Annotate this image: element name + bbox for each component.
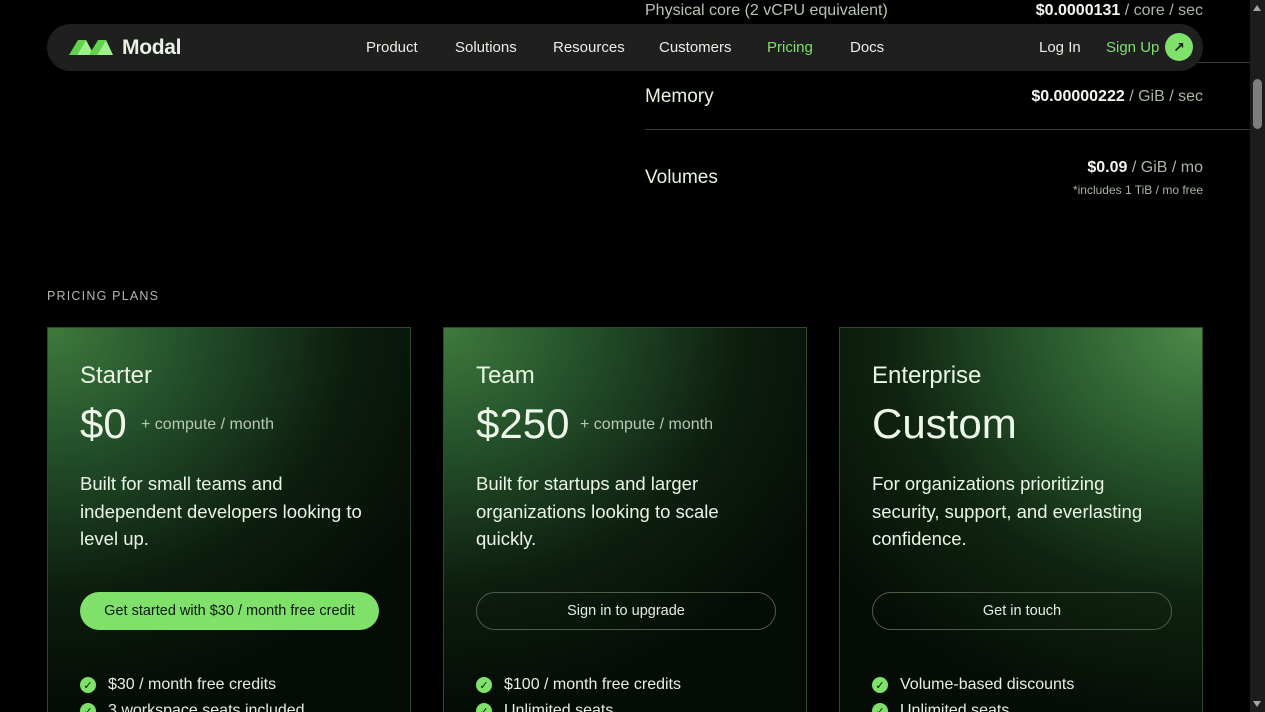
feature-item: ✓ 3 workspace seats included [80, 698, 305, 712]
nav-link-customers[interactable]: Customers [659, 39, 732, 56]
plan-price-suffix: + compute / month [141, 416, 274, 433]
nav-links: Product Solutions Resources Customers Pr… [47, 24, 1203, 71]
plan-card-enterprise: Enterprise Custom For organizations prio… [839, 327, 1203, 712]
top-navbar: Modal Product Solutions Resources Custom… [47, 24, 1203, 71]
get-started-button[interactable]: Get started with $30 / month free credit [80, 592, 379, 630]
check-icon: ✓ [80, 677, 96, 693]
plan-features: ✓ $100 / month free credits ✓ Unlimited se… [476, 672, 681, 712]
feature-item: ✓ $30 / month free credits [80, 672, 305, 698]
nav-link-solutions[interactable]: Solutions [455, 39, 517, 56]
signup-link[interactable]: Sign Up [1106, 39, 1159, 56]
plan-price: $250 [476, 400, 570, 447]
feature-item: ✓ $100 / month free credits [476, 672, 681, 698]
plan-title: Starter [80, 362, 153, 389]
pricing-row-unit: / GiB / sec [1124, 88, 1203, 105]
pricing-row-amount: $0.00000222 [1031, 88, 1125, 105]
pricing-row-name: Memory [645, 86, 714, 107]
plan-price: Custom [872, 400, 1017, 447]
pricing-row-memory: Memory $0.00000222 / GiB / sec [645, 80, 1203, 114]
login-link[interactable]: Log In [1039, 39, 1081, 56]
pricing-row-unit: / GiB / mo [1127, 159, 1203, 176]
feature-item: ✓ Unlimited seats [476, 698, 681, 712]
nav-link-product[interactable]: Product [366, 39, 418, 56]
get-in-touch-button[interactable]: Get in touch [872, 592, 1172, 630]
signup-arrow-button[interactable]: ↗ [1165, 33, 1193, 61]
nav-link-docs[interactable]: Docs [850, 39, 884, 56]
scrollbar-thumb[interactable] [1253, 79, 1262, 129]
sign-in-to-upgrade-button[interactable]: Sign in to upgrade [476, 592, 776, 630]
pricing-row-name: Physical core (2 vCPU equivalent) [645, 2, 888, 19]
plan-title: Enterprise [872, 362, 982, 389]
pricing-row-volumes: Volumes $0.09 / GiB / mo *includes 1 TiB… [645, 148, 1203, 208]
check-icon: ✓ [476, 703, 492, 712]
plan-price-suffix: + compute / month [580, 416, 713, 433]
check-icon: ✓ [476, 677, 492, 693]
scroll-down-arrow-icon[interactable] [1253, 701, 1261, 707]
plan-features: ✓ $30 / month free credits ✓ 3 workspace s… [80, 672, 305, 712]
plan-price: $0 [80, 400, 127, 447]
arrow-up-right-icon: ↗ [1173, 38, 1185, 55]
page-scrollbar[interactable] [1250, 0, 1265, 712]
scroll-up-arrow-icon[interactable] [1253, 5, 1261, 11]
plan-card-starter: Starter $0 + compute / month Built for s… [47, 327, 411, 712]
feature-item: ✓ Unlimited seats [872, 698, 1074, 712]
nav-link-resources[interactable]: Resources [553, 39, 625, 56]
pricing-row-amount: $0.09 [1087, 159, 1128, 176]
pricing-row-name: Volumes [645, 167, 718, 188]
plan-card-team: Team $250 + compute / month Built for st… [443, 327, 807, 712]
plan-features: ✓ Volume-based discounts ✓ Unlimited seats [872, 672, 1074, 712]
pricing-divider [645, 129, 1250, 130]
pricing-row-amount: $0.0000131 [1035, 2, 1121, 19]
check-icon: ✓ [872, 703, 888, 712]
pricing-row-cpu: Physical core (2 vCPU equivalent) $0.000… [645, 0, 1203, 22]
plan-description: Built for startups and larger organizati… [476, 473, 719, 549]
plan-description: For organizations prioritizing security,… [872, 473, 1143, 549]
plan-title: Team [476, 362, 535, 389]
check-icon: ✓ [872, 677, 888, 693]
check-icon: ✓ [80, 703, 96, 712]
nav-link-pricing[interactable]: Pricing [767, 39, 813, 56]
section-label: PRICING PLANS [47, 289, 160, 303]
feature-item: ✓ Volume-based discounts [872, 672, 1074, 698]
plan-description: Built for small teams and independent de… [80, 473, 362, 549]
pricing-row-unit: / core / sec [1120, 2, 1203, 19]
pricing-row-note: *includes 1 TiB / mo free [1072, 183, 1203, 197]
